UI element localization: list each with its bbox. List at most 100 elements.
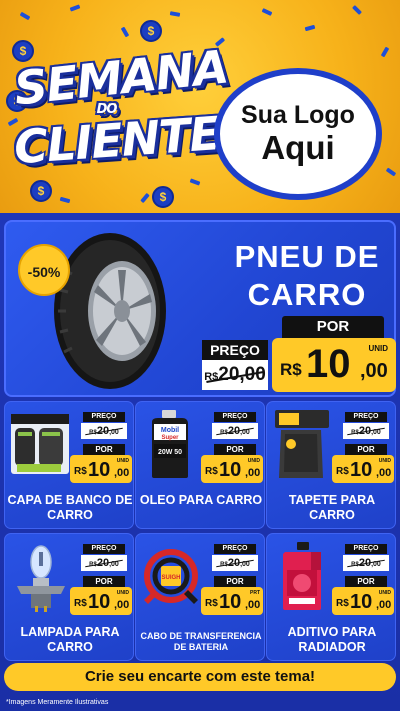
confetti xyxy=(59,196,71,204)
old-price-label: PREÇO xyxy=(83,544,125,554)
confetti xyxy=(352,5,362,15)
product-card-tapete: PREÇO R$20,00 POR R$10,00 UNID TAPETE PAR… xyxy=(266,401,396,529)
product-card-oleo: Mobil Super 20W 50 PREÇO R$20,00 POR R$1… xyxy=(135,401,265,529)
hero-offer-card: -50% PNEU DE CARRO PREÇO R$20,00 POR R$ … xyxy=(4,220,396,397)
new-price: R$ 10,00 UNID xyxy=(332,455,394,483)
old-price: R$20,00 xyxy=(343,423,389,439)
title-word-cliente: CLIENTE xyxy=(12,106,222,175)
new-price-integer: 10 xyxy=(219,459,242,481)
new-price-currency: R$ xyxy=(336,466,349,477)
product-card-lampada: PREÇO R$20,00 POR R$10,00 UNID LAMPADA PA… xyxy=(4,533,134,661)
confetti xyxy=(140,192,150,204)
new-price: R$ 10,00 UNID xyxy=(70,455,132,483)
new-price-label: POR xyxy=(282,316,384,338)
confetti xyxy=(304,24,316,32)
new-price-currency: R$ xyxy=(205,466,218,477)
campaign-title: SEMANA DO CLIENTE xyxy=(12,39,231,190)
product-name: ADITIVO PARA RADIADOR xyxy=(287,625,377,654)
unit-label: UNID xyxy=(378,590,391,596)
confetti xyxy=(385,167,397,177)
new-price-label: POR xyxy=(214,576,256,587)
svg-text:20W 50: 20W 50 xyxy=(158,449,182,456)
new-price-label: POR xyxy=(214,444,256,455)
new-price-integer: 10 xyxy=(219,591,242,613)
header-banner: $ $ $ $ $ SEMANA DO CLIENTE Sua Logo Aqu… xyxy=(0,0,400,215)
new-price-decimal: ,00 xyxy=(376,467,392,479)
new-price: R$ 10 ,00 UNID xyxy=(272,338,396,392)
product-name: CABO DE TRANSFERENCIA DE BATERIA xyxy=(140,631,262,652)
old-price-label: PREÇO xyxy=(345,544,387,554)
old-price-label: PREÇO xyxy=(83,412,125,422)
old-price: R$20,00 xyxy=(212,555,258,571)
car-mat-icon xyxy=(275,410,329,478)
disclaimer-text: *Imagens Meramente Ilustrativas xyxy=(6,699,109,706)
new-price-integer: 10 xyxy=(88,459,111,481)
product-name: CAPA DE BANCO DE CARRO xyxy=(7,493,133,522)
new-price-currency: R$ xyxy=(74,598,87,609)
confetti xyxy=(120,26,130,38)
new-price-integer: 10 xyxy=(306,342,351,386)
svg-text:Super: Super xyxy=(161,435,179,441)
new-price-currency: R$ xyxy=(74,466,87,477)
create-flyer-banner[interactable]: Crie seu encarte com este tema! xyxy=(4,663,396,691)
new-price: R$ 10,00 UNID xyxy=(70,587,132,615)
discount-badge: -50% xyxy=(18,244,70,296)
old-price: R$20,00 xyxy=(81,555,127,571)
new-price-decimal: ,00 xyxy=(360,360,388,382)
old-price: R$20,00 xyxy=(343,555,389,571)
svg-text:Mobil: Mobil xyxy=(161,427,179,434)
unit-label: UNID xyxy=(368,344,388,353)
product-name: TAPETE PARA CARRO xyxy=(288,493,376,522)
logo-text-line1: Sua Logo xyxy=(241,101,355,129)
old-price-label: PREÇO xyxy=(214,544,256,554)
confetti xyxy=(19,11,31,21)
product-card-cabo: SUIGH PREÇO R$20,00 POR R$10,00 PRT CABO … xyxy=(135,533,265,661)
unit-label: UNID xyxy=(378,458,391,464)
hero-product-name: PNEU DE CARRO xyxy=(234,239,380,312)
new-price: R$ 10,00 UNID xyxy=(332,587,394,615)
confetti xyxy=(69,4,81,12)
product-name: OLEO PARA CARRO xyxy=(139,493,263,507)
confetti xyxy=(261,8,273,16)
headlight-bulb-icon xyxy=(17,545,65,612)
old-price: R$20,00 xyxy=(212,423,258,439)
new-price-decimal: ,00 xyxy=(245,467,261,479)
new-price-decimal: ,00 xyxy=(245,599,261,611)
oil-bottle-icon: Mobil Super 20W 50 xyxy=(152,410,188,478)
coin-icon: $ xyxy=(140,20,162,42)
new-price-integer: 10 xyxy=(350,591,373,613)
confetti xyxy=(169,11,181,17)
new-price: R$ 10,00 UNID xyxy=(201,455,263,483)
unit-label: UNID xyxy=(116,458,129,464)
unit-label: UNID xyxy=(116,590,129,596)
new-price-integer: 10 xyxy=(350,459,373,481)
new-price-label: POR xyxy=(345,444,387,455)
offers-panel: -50% PNEU DE CARRO PREÇO R$20,00 POR R$ … xyxy=(0,213,400,711)
jumper-cable-icon: SUIGH xyxy=(144,549,198,604)
new-price: R$ 10,00 PRT xyxy=(201,587,263,615)
old-price-label: PREÇO xyxy=(214,412,256,422)
product-name: LAMPADA PARA CARRO xyxy=(20,625,120,654)
new-price-label: POR xyxy=(83,576,125,587)
seat-cover-icon xyxy=(11,414,69,474)
new-price-decimal: ,00 xyxy=(376,599,392,611)
old-price: R$20,00 xyxy=(81,423,127,439)
new-price-label: POR xyxy=(83,444,125,455)
confetti xyxy=(380,46,390,58)
svg-text:SUIGH: SUIGH xyxy=(161,575,180,581)
logo-placeholder: Sua Logo Aqui xyxy=(214,68,382,200)
product-card-aditivo: PREÇO R$20,00 POR R$10,00 UNID ADITIVO PA… xyxy=(266,533,396,661)
new-price-label: POR xyxy=(345,576,387,587)
new-price-currency: R$ xyxy=(280,360,302,379)
logo-text-line2: Aqui xyxy=(261,129,335,166)
old-price-label: PREÇO xyxy=(345,412,387,422)
unit-label: UNID xyxy=(247,458,260,464)
old-price: R$20,00 xyxy=(202,360,268,390)
new-price-decimal: ,00 xyxy=(114,599,130,611)
new-price-currency: R$ xyxy=(205,598,218,609)
new-price-currency: R$ xyxy=(336,598,349,609)
unit-label: PRT xyxy=(250,590,260,596)
radiator-additive-icon xyxy=(283,542,321,610)
new-price-decimal: ,00 xyxy=(114,467,130,479)
old-price-label: PREÇO xyxy=(202,340,268,360)
